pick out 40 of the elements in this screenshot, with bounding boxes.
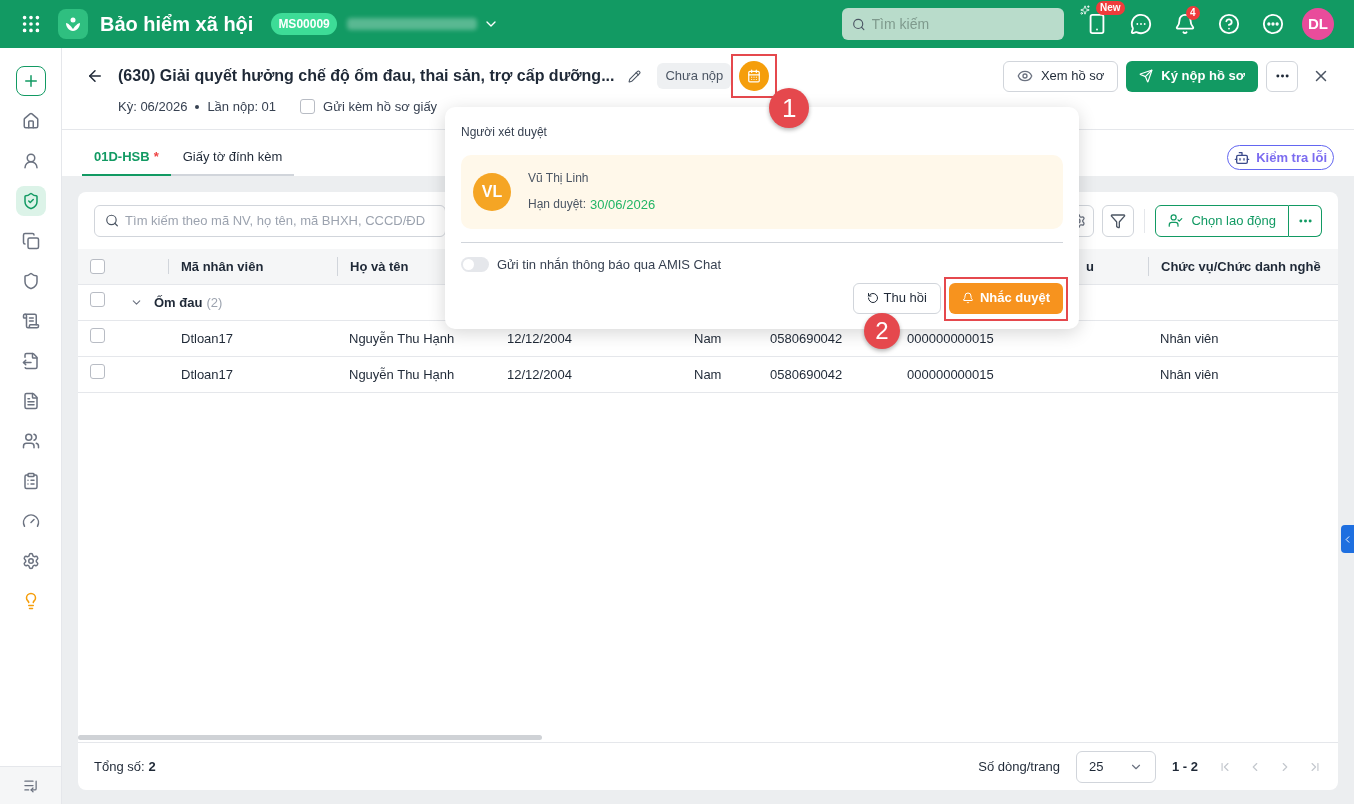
step-marker: 1 (769, 88, 810, 128)
column-header: Mã nhân viên (181, 257, 264, 276)
table-cell: 12/12/2004 (507, 366, 573, 382)
table-cell: Nguyễn Thu Hạnh (349, 330, 455, 346)
table-cell: 0580690042 (770, 366, 843, 382)
table-cell: Nguyễn Thu Hạnh (349, 366, 455, 382)
table-cell: 12/12/2004 (507, 330, 573, 346)
status-badge: Chưa nộp (657, 63, 732, 89)
total-label: Tổng số: (94, 757, 145, 776)
submission-label: Lần nộp: 01 (207, 98, 277, 116)
page-title: (630) Giải quyết hưởng chế độ ốm đau, thai sản, trợ cấp dưỡng... (118, 66, 615, 86)
table-cell: Dtloan17 (181, 366, 234, 382)
table-cell: Dtloan17 (181, 330, 234, 346)
approver-avatar: VL (473, 173, 511, 211)
table-cell: Nam (694, 330, 722, 346)
table-cell: Nhân viên (1160, 330, 1219, 346)
company-code-badge: MS00009 (271, 13, 337, 35)
app-name: Bảo hiểm xã hội (100, 12, 254, 37)
deadline-date: 30/06/2026 (590, 196, 656, 215)
table-cell: 000000000015 (907, 366, 994, 382)
group-label: Ốm đau (154, 293, 203, 312)
table-cell: 0580690042 (770, 330, 843, 346)
attach-paper-label: Gửi kèm hồ sơ giấy (323, 98, 438, 116)
total-value: 2 (148, 757, 156, 776)
popover-title: Người xét duyệt (461, 124, 548, 141)
page-size-label: Số dòng/trang (978, 757, 1060, 776)
notify-label: Gửi tin nhắn thông báo qua AMIS Chat (497, 256, 722, 274)
approver-name: Vũ Thị Linh (528, 170, 590, 188)
deadline-label: Hạn duyệt: (528, 196, 587, 214)
page-range: 1 - 2 (1172, 757, 1198, 776)
column-header: u (1086, 257, 1094, 276)
new-badge: New (1096, 1, 1125, 15)
notification-count: 4 (1186, 6, 1200, 20)
table-cell: Nam (694, 366, 722, 382)
table-cell: 000000000015 (907, 330, 994, 346)
column-header: Chức vụ/Chức danh nghề (1161, 257, 1321, 276)
table-cell: Nhân viên (1160, 366, 1219, 382)
column-header: Họ và tên (350, 257, 409, 276)
group-count: (2) (206, 293, 223, 312)
period-label: Kỳ: 06/2026 (118, 98, 188, 116)
